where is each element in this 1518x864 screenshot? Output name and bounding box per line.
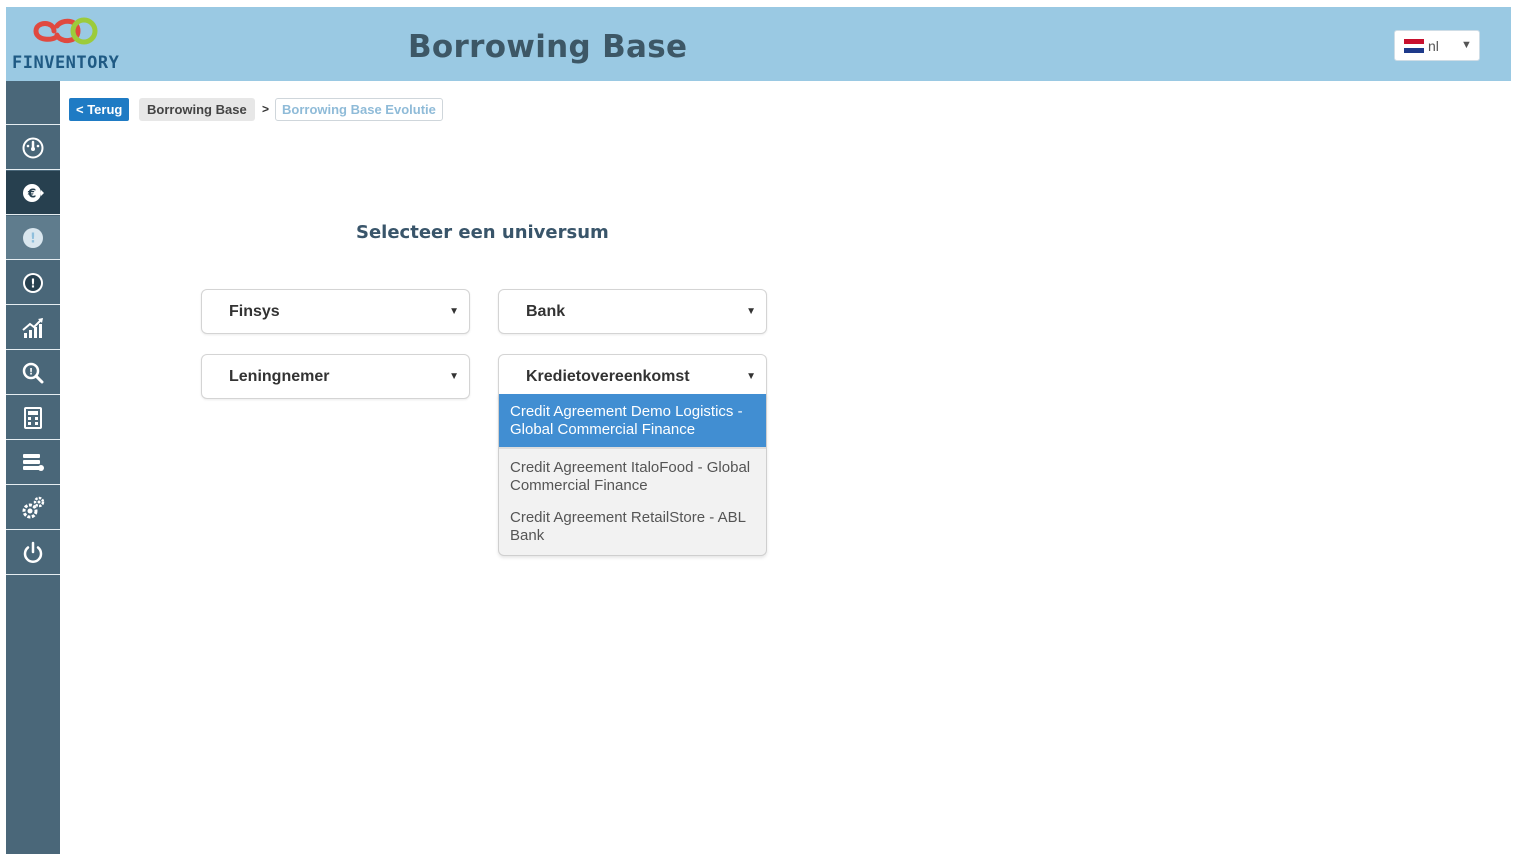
- sidebar-item-logout[interactable]: [6, 531, 60, 575]
- sidebar-spacer: [6, 81, 60, 125]
- app-header: FINVENTORY Borrowing Base nl ▼: [6, 7, 1511, 81]
- chevron-down-icon: ▼: [746, 371, 756, 382]
- credit-agreement-select[interactable]: Kredietovereenkomst ▼: [498, 354, 767, 399]
- report-calculator-icon: [24, 406, 42, 429]
- svg-text:!: !: [30, 231, 36, 246]
- finsys-select[interactable]: Finsys ▼: [201, 289, 470, 334]
- sidebar-item-alerts[interactable]: !: [6, 261, 60, 305]
- credit-agreement-select-value: Kredietovereenkomst: [526, 368, 690, 385]
- svg-text:€: €: [27, 186, 36, 200]
- dropdown-option[interactable]: Credit Agreement RetailStore - ABL Bank: [499, 501, 766, 555]
- warning-alert-icon: !: [23, 272, 43, 293]
- chevron-down-icon: ▼: [1461, 39, 1472, 51]
- database-stack-icon: [23, 453, 44, 471]
- power-icon: [23, 541, 43, 563]
- dashboard-gauge-icon: [22, 137, 44, 158]
- language-select[interactable]: nl ▼: [1394, 30, 1480, 61]
- page-title: Borrowing Base: [408, 29, 688, 65]
- bank-select-value: Bank: [526, 303, 566, 320]
- sidebar-item-euro[interactable]: €: [6, 171, 60, 215]
- svg-text:!: !: [30, 276, 35, 290]
- bank-select[interactable]: Bank ▼: [498, 289, 767, 334]
- sidebar-item-dashboard[interactable]: [6, 126, 60, 170]
- dropdown-option[interactable]: Credit Agreement Demo Logistics - Global…: [499, 394, 766, 449]
- svg-text:!: !: [29, 367, 33, 377]
- finsys-select-value: Finsys: [229, 303, 280, 320]
- sidebar-item-data[interactable]: [6, 441, 60, 485]
- logo-text: FINVENTORY: [12, 53, 120, 73]
- euro-icon: €: [23, 183, 44, 202]
- infinity-logo-icon: [33, 17, 98, 45]
- sidebar-item-reports[interactable]: [6, 396, 60, 440]
- section-title: Selecteer een universum: [356, 222, 609, 243]
- search-zoom-icon: !: [22, 362, 44, 383]
- app-window: FINVENTORY Borrowing Base nl ▼ € ! ! ! <…: [6, 7, 1511, 854]
- nl-flag-icon: [1404, 39, 1424, 53]
- sidebar-item-settings[interactable]: [6, 486, 60, 530]
- language-label: nl: [1428, 38, 1439, 54]
- back-button[interactable]: < Terug: [69, 98, 130, 121]
- sidebar-item-analytics[interactable]: [6, 306, 60, 350]
- breadcrumb-item-borrowing-base[interactable]: Borrowing Base: [139, 98, 255, 121]
- sidebar: € ! ! !: [6, 81, 60, 854]
- chevron-down-icon: ▼: [746, 306, 756, 317]
- chevron-down-icon: ▼: [449, 371, 459, 382]
- info-alert-icon: !: [23, 227, 43, 248]
- logo[interactable]: FINVENTORY: [6, 7, 130, 81]
- sidebar-item-search[interactable]: !: [6, 351, 60, 395]
- breadcrumb-item-current: Borrowing Base Evolutie: [275, 98, 443, 121]
- settings-gears-icon: [22, 496, 45, 518]
- borrower-select-value: Leningnemer: [229, 368, 330, 385]
- dropdown-option[interactable]: Credit Agreement ItaloFood - Global Comm…: [499, 449, 766, 501]
- sidebar-item-info[interactable]: !: [6, 216, 60, 260]
- growth-chart-icon: [22, 317, 43, 338]
- credit-agreement-dropdown: Credit Agreement Demo Logistics - Global…: [498, 394, 767, 556]
- breadcrumb-separator: >: [262, 102, 270, 116]
- borrower-select[interactable]: Leningnemer ▼: [201, 354, 470, 399]
- chevron-down-icon: ▼: [449, 306, 459, 317]
